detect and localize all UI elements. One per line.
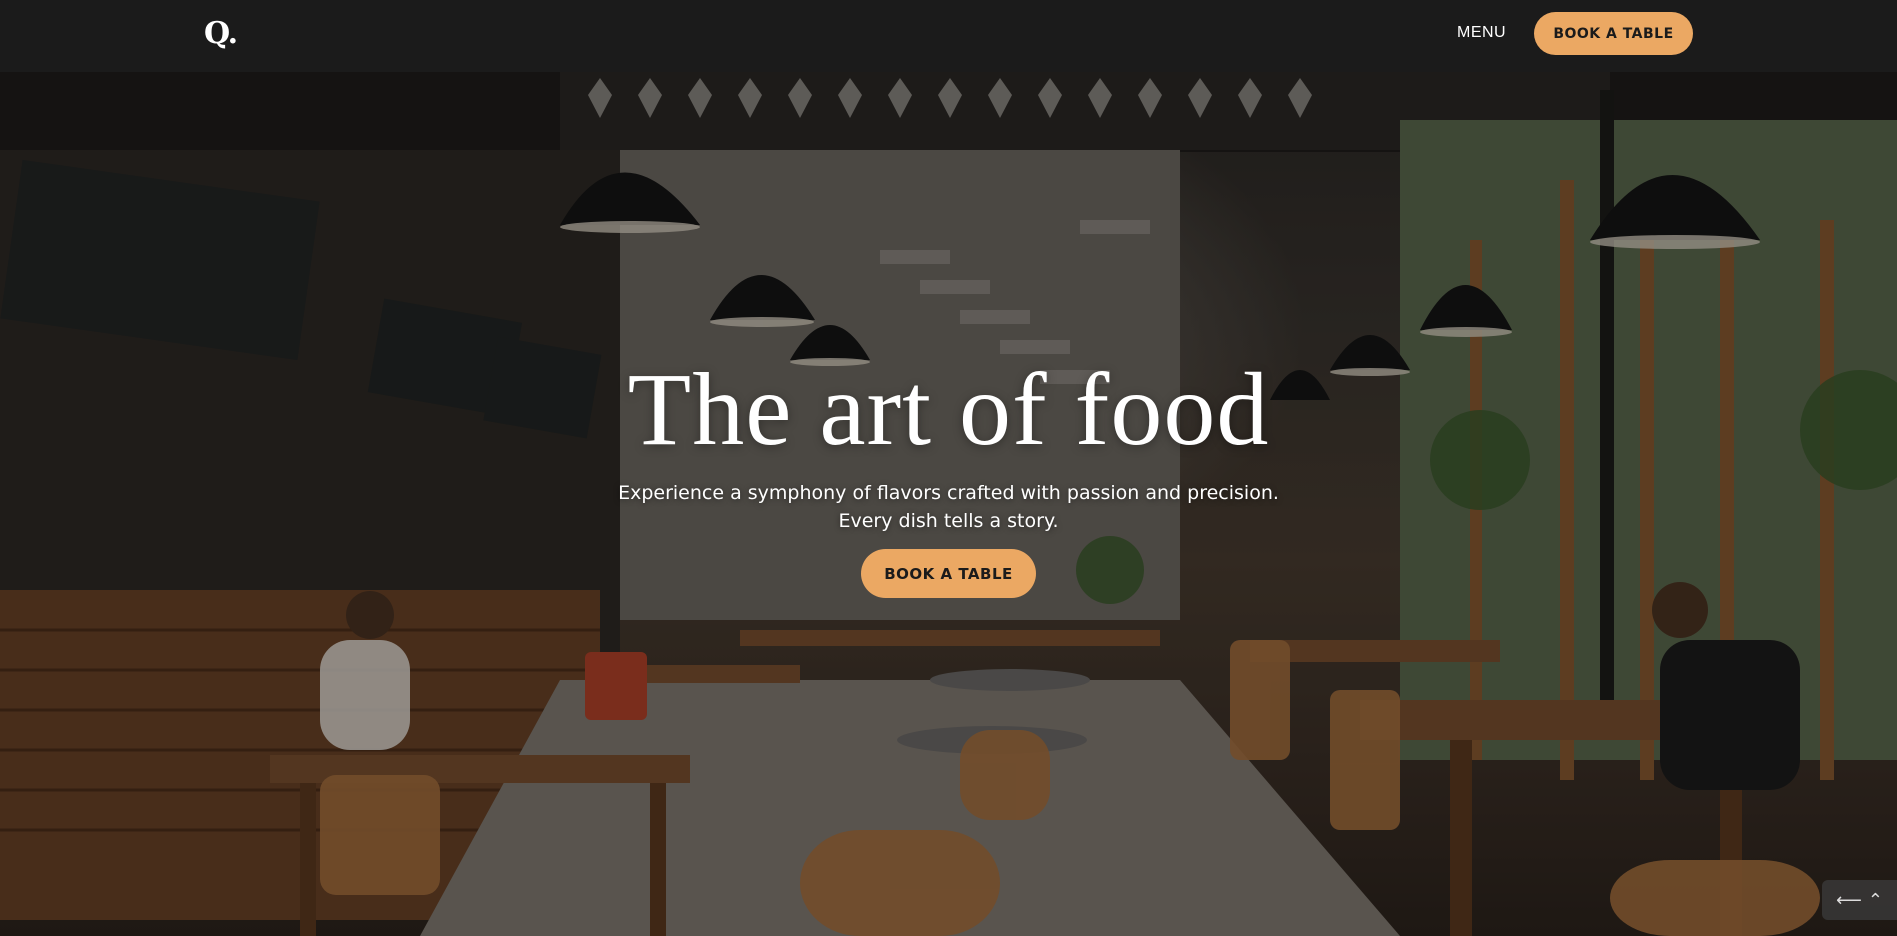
arrow-left-icon[interactable]: ⟵ xyxy=(1836,890,1862,911)
arrow-up-icon[interactable]: ⌃ xyxy=(1868,890,1883,911)
hero-subtitle: Experience a symphony of flavors crafted… xyxy=(0,479,1897,535)
nav-menu-link[interactable]: MENU xyxy=(1457,24,1506,42)
hero-subtitle-line-2: Every dish tells a story. xyxy=(838,510,1059,532)
site-logo[interactable]: Q. xyxy=(204,16,238,51)
header-book-table-button[interactable]: BOOK A TABLE xyxy=(1534,12,1693,55)
site-header: Q. MENU BOOK A TABLE xyxy=(0,0,1897,72)
hero-book-table-button[interactable]: BOOK A TABLE xyxy=(861,549,1036,598)
corner-navigation-widget[interactable]: ⟵ ⌃ xyxy=(1822,880,1897,920)
hero-subtitle-line-1: Experience a symphony of flavors crafted… xyxy=(618,482,1279,504)
hero-content: The art of food Experience a symphony of… xyxy=(0,355,1897,535)
hero-title: The art of food xyxy=(627,352,1270,467)
